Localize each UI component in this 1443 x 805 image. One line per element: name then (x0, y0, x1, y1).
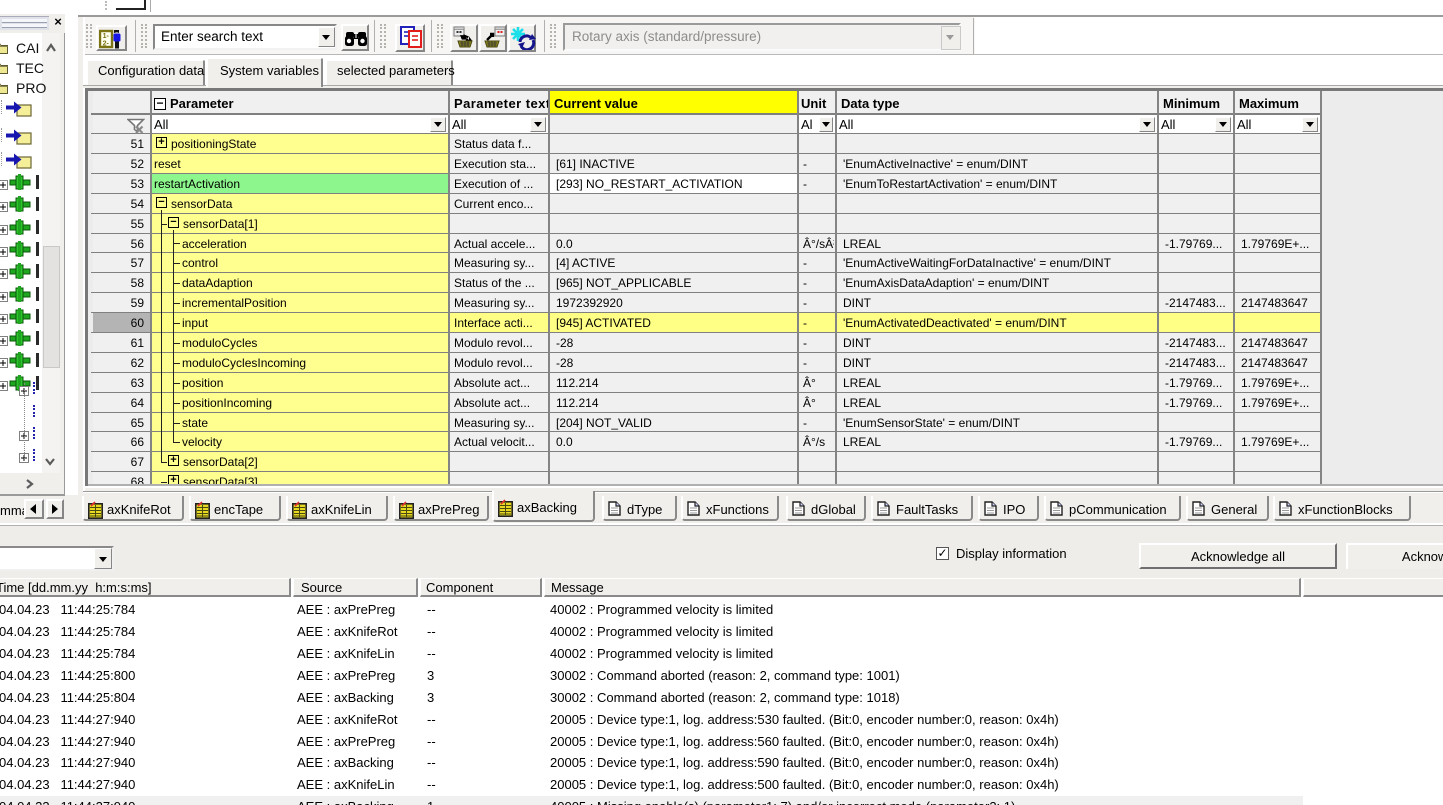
svg-text:1-: 1- (103, 33, 110, 40)
svg-text:2-: 2- (103, 41, 110, 48)
